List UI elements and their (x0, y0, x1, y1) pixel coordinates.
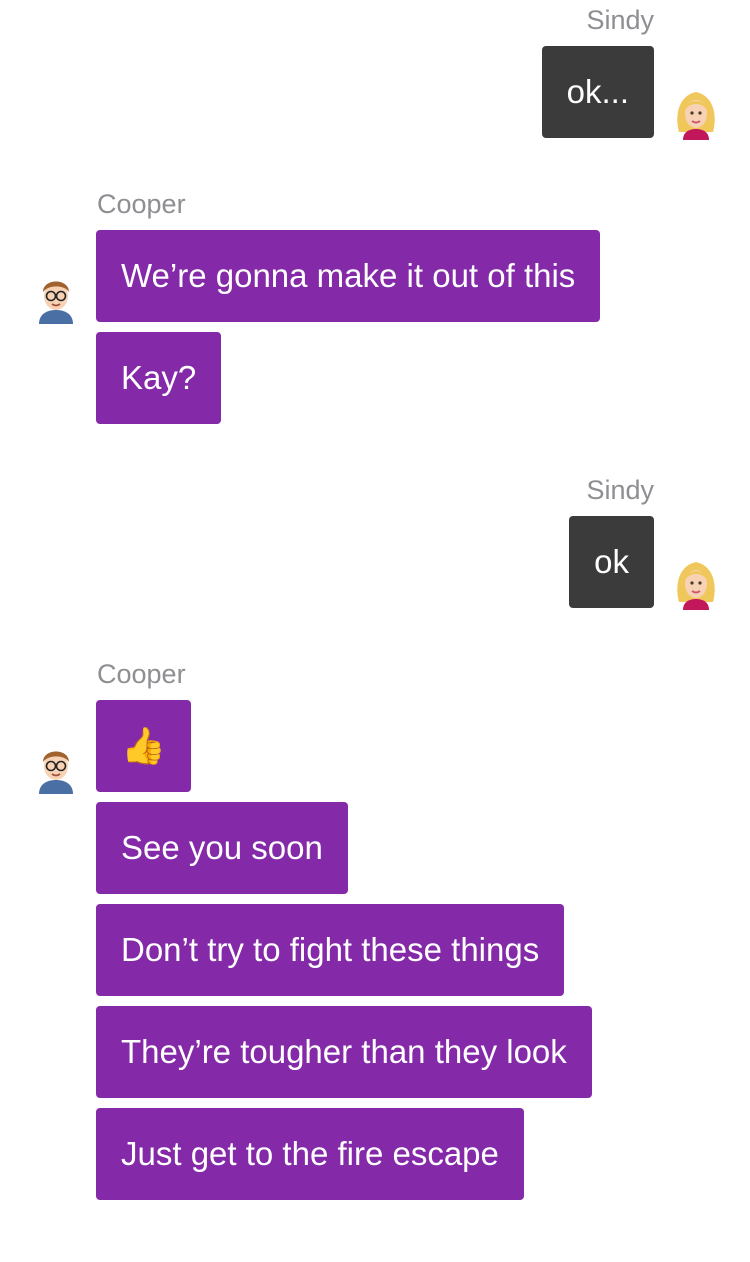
message-bubble[interactable]: Kay? (96, 332, 222, 424)
sindy-avatar-icon[interactable] (673, 558, 719, 610)
message-bubble[interactable]: We’re gonna make it out of this (96, 230, 601, 322)
sender-name-sindy: Sindy (586, 5, 654, 35)
sender-name-sindy: Sindy (586, 475, 654, 505)
message-bubble[interactable]: ok... (541, 46, 654, 138)
sender-name-cooper: Cooper (97, 189, 186, 219)
thumbs-up-message[interactable]: 👍 (96, 700, 191, 792)
sindy-avatar-icon[interactable] (673, 88, 719, 140)
message-bubble[interactable]: Don’t try to fight these things (96, 904, 565, 996)
message-bubble[interactable]: They’re tougher than they look (96, 1006, 592, 1098)
cooper-avatar-icon[interactable] (33, 272, 79, 324)
cooper-avatar-icon[interactable] (33, 742, 79, 794)
message-bubble[interactable]: See you soon (96, 802, 348, 894)
sender-name-cooper: Cooper (97, 659, 186, 689)
message-bubble[interactable]: ok (569, 516, 654, 608)
message-bubble[interactable]: Just get to the fire escape (96, 1108, 524, 1200)
